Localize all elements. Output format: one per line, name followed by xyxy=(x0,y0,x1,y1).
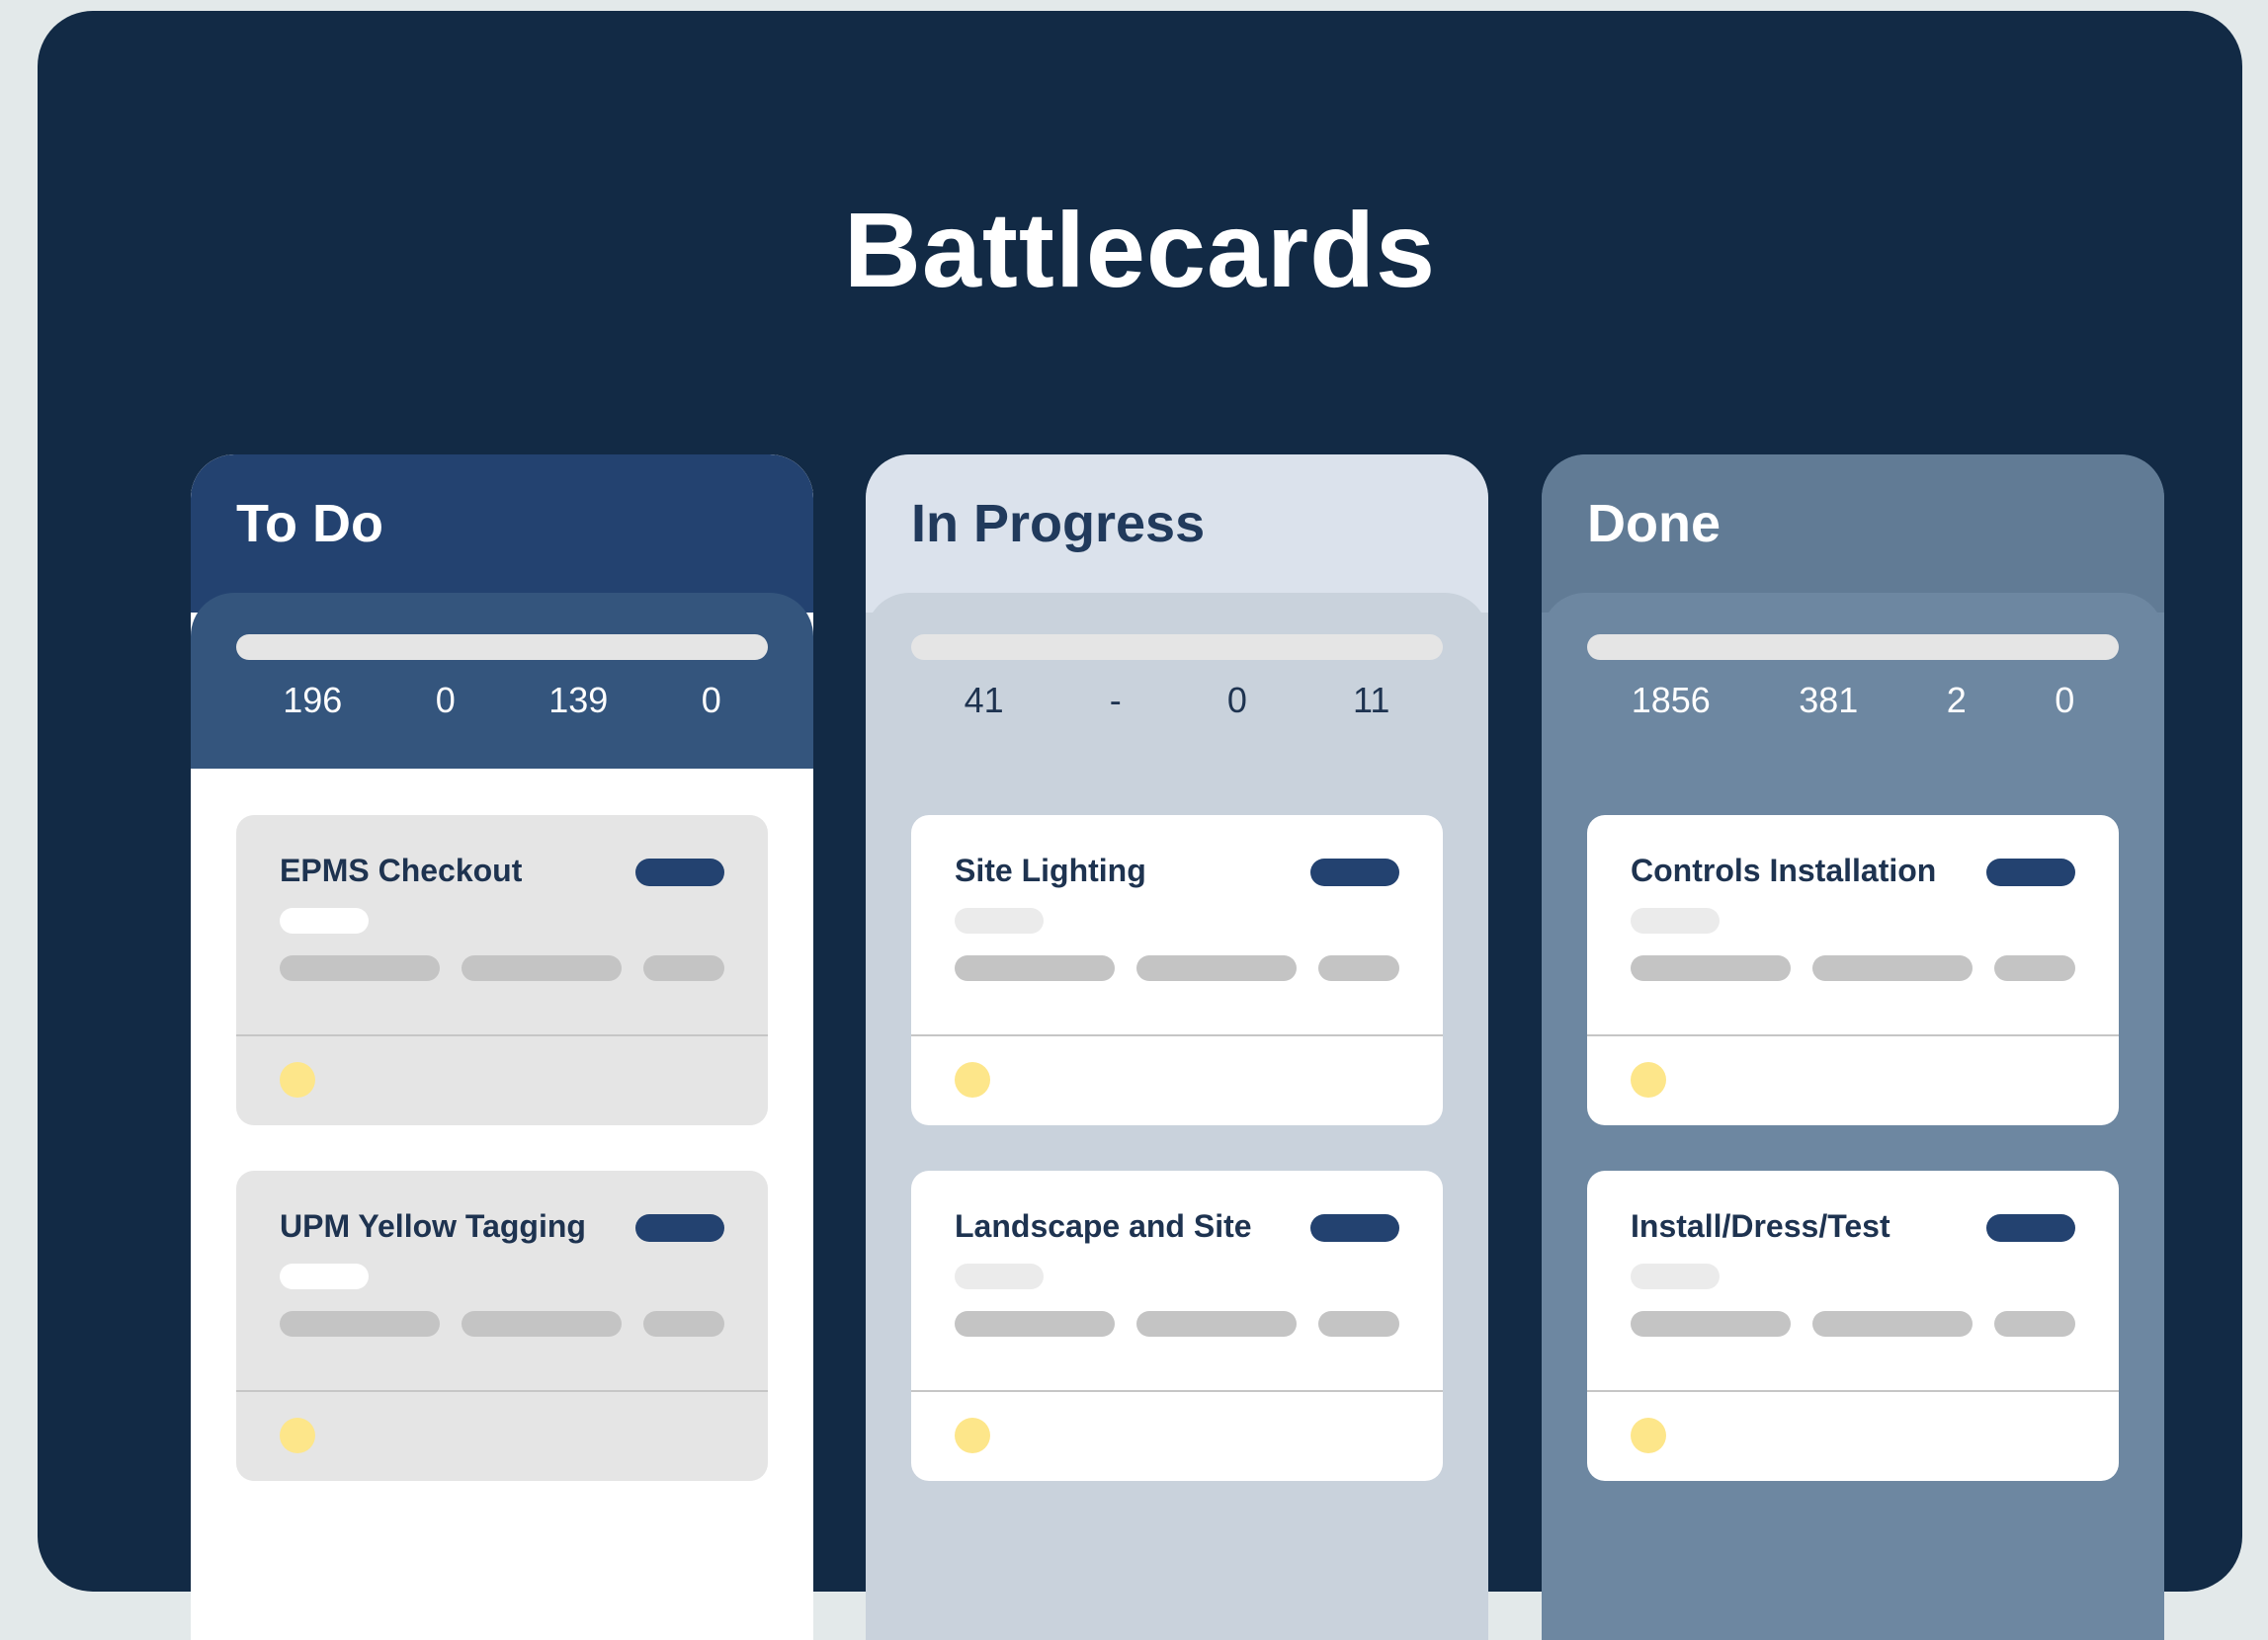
stat-value: 2 xyxy=(1946,680,1967,720)
priority-tag[interactable] xyxy=(1310,1214,1399,1242)
card-divider xyxy=(1587,1034,2119,1036)
placeholder-pill xyxy=(1318,955,1399,981)
stat-value: 0 xyxy=(1226,680,1247,720)
stat-row: 41 - 0 11 xyxy=(911,676,1443,725)
placeholder-chip xyxy=(955,908,1044,934)
priority-tag[interactable] xyxy=(635,1214,724,1242)
stat-value: 11 xyxy=(1353,680,1390,720)
card-divider xyxy=(1587,1390,2119,1392)
column-stats: 41 - 0 11 xyxy=(866,593,1488,771)
column-stats: 196 0 139 0 xyxy=(191,593,813,769)
progress-bar xyxy=(911,634,1443,660)
card-title: EPMS Checkout xyxy=(280,853,523,888)
stat-row: 1856 381 2 0 xyxy=(1587,676,2119,725)
stat-value: 381 xyxy=(1799,680,1859,720)
placeholder-pill xyxy=(1136,955,1297,981)
placeholder-pill xyxy=(1631,1311,1791,1337)
card-title: UPM Yellow Tagging xyxy=(280,1208,586,1244)
stat-row: 196 0 139 0 xyxy=(236,676,768,725)
stat-value: 0 xyxy=(2055,680,2075,720)
column-to-do: To Do 196 0 139 0 EPMS Checkout UPM Yell… xyxy=(191,454,813,1640)
battlecards-board: Battlecards To Do 196 0 139 0 EPMS Check… xyxy=(38,11,2242,1640)
status-dot xyxy=(955,1418,990,1453)
progress-bar xyxy=(236,634,768,660)
placeholder-pill xyxy=(1812,955,1973,981)
task-card[interactable]: EPMS Checkout xyxy=(236,815,768,1125)
placeholder-chip xyxy=(280,908,369,934)
stat-value: 196 xyxy=(283,680,343,720)
placeholder-pill xyxy=(280,955,440,981)
card-divider xyxy=(911,1034,1443,1036)
column-done: Done 1856 381 2 0 Controls Installation … xyxy=(1542,454,2164,1640)
priority-tag[interactable] xyxy=(1310,859,1399,886)
placeholder-pill xyxy=(280,1311,440,1337)
column-header: In Progress xyxy=(866,454,1488,613)
card-divider xyxy=(236,1034,768,1036)
placeholder-pill xyxy=(1812,1311,1973,1337)
status-dot xyxy=(280,1418,315,1453)
placeholder-pill xyxy=(1994,955,2075,981)
task-card[interactable]: Controls Installation xyxy=(1587,815,2119,1125)
task-card[interactable]: Install/Dress/Test xyxy=(1587,1171,2119,1481)
status-dot xyxy=(955,1062,990,1098)
task-card[interactable]: UPM Yellow Tagging xyxy=(236,1171,768,1481)
stat-value: - xyxy=(1109,680,1122,720)
card-title: Site Lighting xyxy=(955,853,1146,888)
placeholder-chip xyxy=(1631,908,1720,934)
placeholder-pill xyxy=(1631,955,1791,981)
column-in-progress: In Progress 41 - 0 11 Site Lighting Land… xyxy=(866,454,1488,1640)
priority-tag[interactable] xyxy=(1986,859,2075,886)
priority-tag[interactable] xyxy=(1986,1214,2075,1242)
column-title: In Progress xyxy=(911,494,1206,553)
placeholder-pill xyxy=(462,1311,622,1337)
placeholder-chip xyxy=(955,1264,1044,1289)
card-title: Install/Dress/Test xyxy=(1631,1208,1890,1244)
placeholder-pill xyxy=(955,955,1115,981)
task-card[interactable]: Site Lighting xyxy=(911,815,1443,1125)
progress-bar xyxy=(1587,634,2119,660)
status-dot xyxy=(1631,1418,1666,1453)
card-title: Landscape and Site xyxy=(955,1208,1252,1244)
placeholder-pill xyxy=(462,955,622,981)
stat-value: 41 xyxy=(964,680,1004,720)
stat-value: 1856 xyxy=(1631,680,1711,720)
placeholder-pill xyxy=(955,1311,1115,1337)
card-divider xyxy=(236,1390,768,1392)
status-dot xyxy=(1631,1062,1666,1098)
placeholder-pill xyxy=(1994,1311,2075,1337)
priority-tag[interactable] xyxy=(635,859,724,886)
task-card[interactable]: Landscape and Site xyxy=(911,1171,1443,1481)
stat-value: 0 xyxy=(701,680,721,720)
board-title: Battlecards xyxy=(843,190,1437,309)
column-title: Done xyxy=(1587,494,1721,553)
stat-value: 0 xyxy=(435,680,456,720)
placeholder-pill xyxy=(643,1311,724,1337)
placeholder-pill xyxy=(1136,1311,1297,1337)
placeholder-chip xyxy=(280,1264,369,1289)
card-divider xyxy=(911,1390,1443,1392)
stat-value: 139 xyxy=(548,680,609,720)
placeholder-pill xyxy=(1318,1311,1399,1337)
column-stats: 1856 381 2 0 xyxy=(1542,593,2164,771)
placeholder-chip xyxy=(1631,1264,1720,1289)
column-header: Done xyxy=(1542,454,2164,613)
status-dot xyxy=(280,1062,315,1098)
column-header: To Do xyxy=(191,454,813,613)
placeholder-pill xyxy=(643,955,724,981)
card-title: Controls Installation xyxy=(1631,853,1937,888)
column-title: To Do xyxy=(236,494,383,553)
